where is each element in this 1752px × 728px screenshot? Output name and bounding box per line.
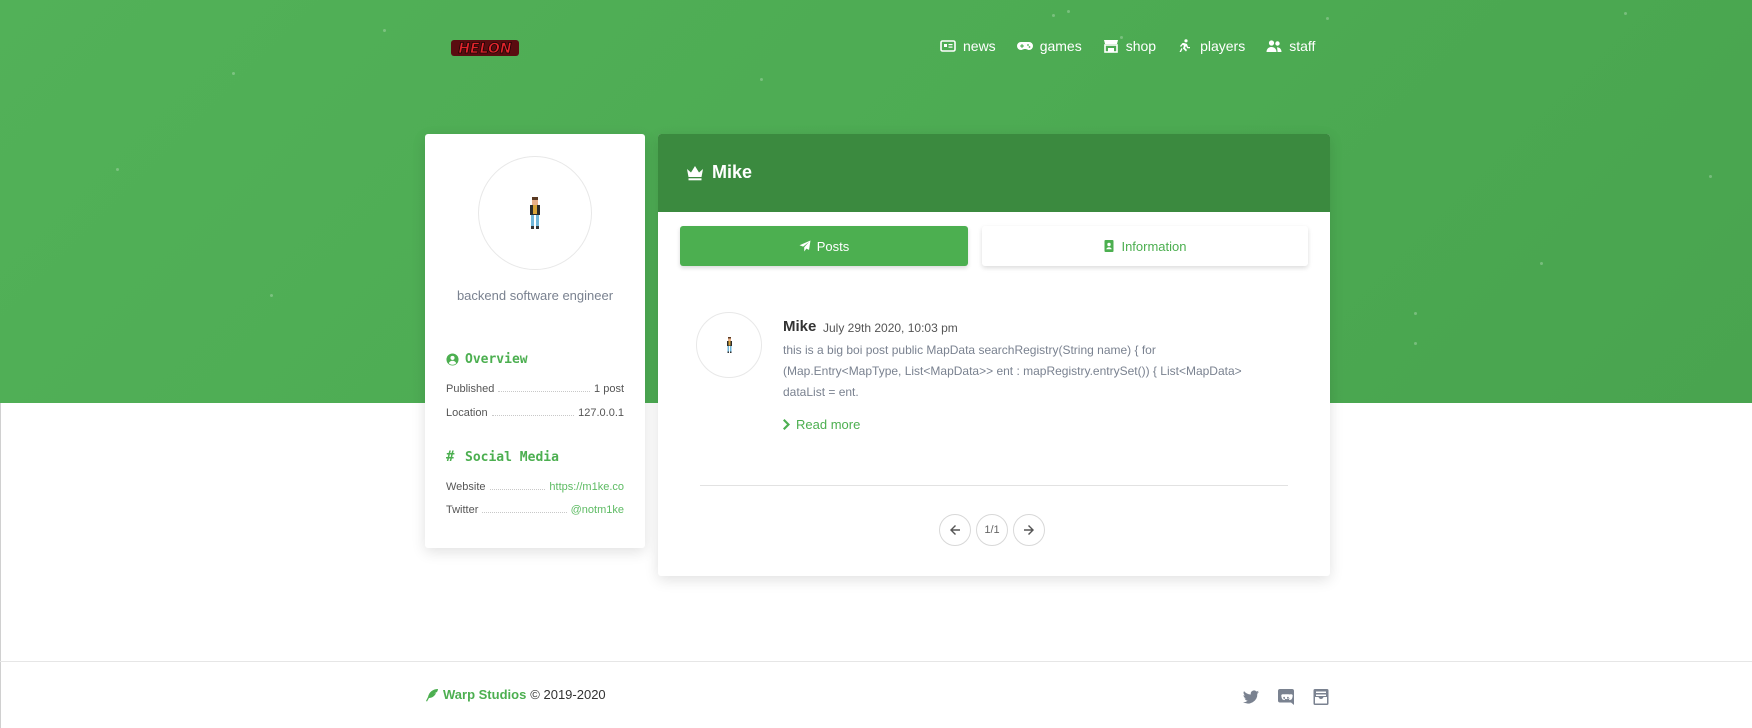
footer-copyright: © 2019-2020 — [530, 687, 606, 702]
nav-games-label: games — [1039, 38, 1082, 54]
user-group-icon — [1266, 40, 1282, 52]
profile-panel: Mike Posts Information Mike July 29th 20… — [658, 134, 1330, 576]
hashtag-icon: # — [446, 449, 455, 465]
overview-title: Overview — [465, 352, 528, 367]
overview-heading: Overview — [446, 352, 528, 367]
footer-studio-link[interactable]: Warp Studios — [443, 687, 526, 702]
main-nav: news games shop players staff — [940, 38, 1336, 54]
newspaper-icon — [940, 40, 956, 52]
arrow-right-icon — [1024, 525, 1034, 535]
svg-text:HELON: HELON — [458, 41, 512, 57]
site-logo[interactable]: HELON — [450, 37, 520, 59]
nav-news[interactable]: news — [940, 38, 996, 54]
nav-news-label: news — [963, 38, 996, 54]
feather-icon — [426, 688, 438, 701]
social-title: Social Media — [465, 450, 559, 465]
footer-brand: Warp Studios © 2019-2020 — [425, 687, 606, 702]
chevron-right-icon — [783, 419, 790, 430]
footer-divider — [0, 661, 1752, 662]
page-edge — [0, 403, 1, 728]
paper-plane-icon — [799, 240, 811, 252]
page-indicator-label: 1/1 — [984, 524, 1000, 536]
arrow-left-icon — [950, 525, 960, 535]
twitter-footer-link[interactable] — [1242, 688, 1260, 706]
gamepad-icon — [1016, 42, 1033, 50]
crown-icon — [687, 165, 703, 180]
running-icon — [1179, 39, 1191, 52]
published-value: 1 post — [594, 383, 624, 395]
read-more-label: Read more — [796, 417, 861, 432]
posts-divider — [700, 485, 1288, 486]
nav-players[interactable]: players — [1177, 38, 1245, 54]
profile-avatar — [478, 156, 592, 270]
social-heading: # Social Media — [446, 450, 559, 465]
twitter-icon — [1243, 690, 1259, 704]
profile-sidebar: backend software engineer Overview Publi… — [425, 134, 645, 548]
tab-information-label: Information — [1121, 238, 1187, 254]
address-book-icon — [1104, 240, 1114, 252]
nav-players-label: players — [1200, 38, 1246, 54]
prev-page-button[interactable] — [939, 514, 971, 546]
nav-staff-label: staff — [1289, 38, 1316, 54]
twitter-row: Twitter @notm1ke — [446, 504, 624, 516]
twitter-label: Twitter — [446, 504, 479, 516]
location-row: Location 127.0.0.1 — [446, 407, 624, 419]
location-label: Location — [446, 407, 488, 419]
website-row: Website https://m1ke.co — [446, 481, 624, 493]
panel-title: Mike — [686, 162, 752, 183]
footer-social — [1242, 688, 1347, 706]
website-link[interactable]: https://m1ke.co — [549, 481, 624, 493]
discord-icon — [1278, 689, 1294, 705]
post-excerpt: this is a big boi post public MapData se… — [783, 343, 1242, 399]
published-row: Published 1 post — [446, 383, 624, 395]
post-author[interactable]: Mike — [783, 318, 816, 335]
read-more-link[interactable]: Read more — [783, 417, 860, 432]
page-indicator: 1/1 — [976, 514, 1008, 546]
nav-shop[interactable]: shop — [1103, 38, 1156, 54]
user-circle-icon — [446, 353, 459, 366]
store-icon — [1103, 40, 1118, 53]
mailbox-icon — [1313, 689, 1329, 705]
published-label: Published — [446, 383, 495, 395]
discord-footer-link[interactable] — [1277, 688, 1295, 706]
tab-posts[interactable]: Posts — [680, 226, 968, 266]
website-label: Website — [446, 481, 486, 493]
next-page-button[interactable] — [1013, 514, 1045, 546]
mail-footer-link[interactable] — [1312, 688, 1330, 706]
twitter-link[interactable]: @notm1ke — [571, 504, 624, 516]
location-value: 127.0.0.1 — [578, 407, 624, 419]
nav-staff[interactable]: staff — [1266, 38, 1315, 54]
nav-games[interactable]: games — [1016, 38, 1082, 54]
panel-title-text: Mike — [712, 162, 753, 182]
tab-posts-label: Posts — [816, 238, 850, 254]
nav-shop-label: shop — [1125, 38, 1157, 54]
panel-header: Mike — [658, 134, 1330, 212]
tab-information[interactable]: Information — [982, 226, 1308, 266]
post-date: July 29th 2020, 10:03 pm — [823, 321, 958, 335]
profile-role: backend software engineer — [456, 288, 614, 303]
post-author-avatar[interactable] — [696, 312, 762, 378]
